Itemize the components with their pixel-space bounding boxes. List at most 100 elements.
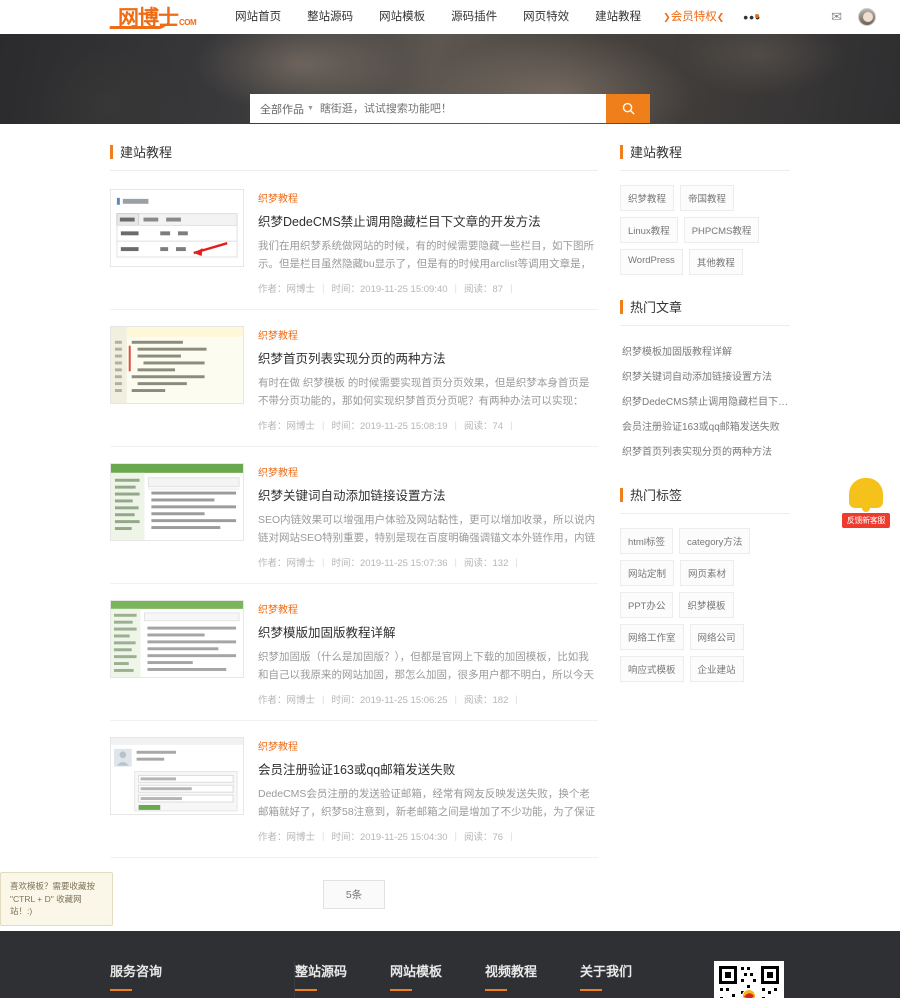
logo-swoosh-icon <box>109 20 169 29</box>
content-container: 建站教程 织梦教程 织梦DedeCMS禁止调用隐藏栏目下文章的开发方法 我们在用… <box>110 124 790 913</box>
article-title[interactable]: 会员注册验证163或qq邮箱发送失败 <box>258 759 598 778</box>
list-item[interactable]: 织梦模板加固版教程详解 <box>620 338 790 363</box>
meta-separator: | <box>322 419 325 431</box>
sidebar-item-dedecms-tutorial[interactable]: 织梦教程 <box>620 185 675 211</box>
article-meta: 作者：网博士 | 时间：2019-11-25 15:06:25 | 阅读：182… <box>258 692 598 707</box>
table-row[interactable]: 织梦教程 织梦首页列表实现分页的两种方法 有时在做 织梦模板 的时候需要实现首页… <box>110 310 598 447</box>
article-time: 时间：2019-11-25 15:04:30 <box>331 832 448 843</box>
thumbnail-green-admin-panel-icon <box>111 601 243 677</box>
table-row[interactable]: 织梦教程 会员注册验证163或qq邮箱发送失败 DedeCMS会员注册的发送验证… <box>110 721 598 858</box>
nav-more-dot-icon <box>754 14 759 18</box>
tag-web-company[interactable]: 网络公司 <box>689 624 744 650</box>
tag-ppt-office[interactable]: PPT办公 <box>620 592 674 618</box>
article-category[interactable]: 织梦教程 <box>258 601 598 616</box>
meta-separator: | <box>454 693 457 705</box>
article-thumbnail[interactable] <box>110 463 244 541</box>
nav-item-plugins[interactable]: 源码插件 <box>438 0 510 34</box>
main-nav: 网站首页 整站源码 网站模板 源码插件 网页特效 建站教程 ❯会员特权❮ ••• <box>222 0 771 34</box>
tag-enterprise-site[interactable]: 企业建站 <box>689 656 744 682</box>
article-body: 织梦教程 织梦关键词自动添加链接设置方法 SEO内链效果可以增强用户体验及网站黏… <box>258 463 598 569</box>
sidebar-item-wordpress[interactable]: WordPress <box>620 249 683 275</box>
title-accent-bar <box>620 144 623 159</box>
meta-separator: | <box>515 556 518 568</box>
sidebar-item-linux-tutorial[interactable]: Linux教程 <box>620 217 678 243</box>
meta-separator: | <box>322 556 325 568</box>
nav-item-vip-privileges[interactable]: ❯会员特权❮ <box>654 0 733 34</box>
tag-web-material[interactable]: 网页素材 <box>680 560 735 586</box>
article-category[interactable]: 织梦教程 <box>258 464 598 479</box>
avatar[interactable] <box>858 8 876 26</box>
tag-dedecms-template[interactable]: 织梦模板 <box>679 592 734 618</box>
article-thumbnail[interactable] <box>110 326 244 404</box>
thumbnail-dede-admin-icon <box>111 190 243 266</box>
tag-responsive-template[interactable]: 响应式模板 <box>620 656 684 682</box>
list-item[interactable]: 织梦关键词自动添加链接设置方法 <box>620 363 790 388</box>
search-button[interactable] <box>606 94 650 123</box>
tag-html-label[interactable]: html标签 <box>620 528 673 554</box>
list-item[interactable]: 织梦首页列表实现分页的两种方法 <box>620 438 790 463</box>
meta-separator: | <box>454 556 457 568</box>
nav-item-home[interactable]: 网站首页 <box>222 0 294 34</box>
article-title[interactable]: 织梦DedeCMS禁止调用隐藏栏目下文章的开发方法 <box>258 211 598 230</box>
qr-code-icon <box>714 961 785 998</box>
tag-category-method[interactable]: category方法 <box>678 528 751 554</box>
title-accent-bar <box>620 299 623 314</box>
article-thumbnail[interactable] <box>110 737 244 815</box>
sidebar-hot-articles-list: 织梦模板加固版教程详解 织梦关键词自动添加链接设置方法 织梦DedeCMS禁止调… <box>620 328 790 463</box>
footer-column-templates: 网站模板 网页模板 手机模板 响应式模板 公司企业 后台模板 <box>390 961 485 998</box>
article-body: 织梦教程 会员注册验证163或qq邮箱发送失败 DedeCMS会员注册的发送验证… <box>258 737 598 843</box>
thumbnail-registration-form-icon <box>111 738 243 814</box>
search-input[interactable] <box>319 102 596 115</box>
pagination-count-button[interactable]: 5条 <box>322 880 386 909</box>
article-title[interactable]: 织梦模版加固版教程详解 <box>258 622 598 641</box>
bookmark-toast: 喜欢模板？需要收藏按 "CTRL + D" 收藏网站！:) <box>0 871 113 926</box>
article-title[interactable]: 织梦关键词自动添加链接设置方法 <box>258 485 598 504</box>
footer-title-rule <box>295 989 317 991</box>
list-item[interactable]: 会员注册验证163或qq邮箱发送失败 <box>620 413 790 438</box>
table-row[interactable]: 织梦教程 织梦DedeCMS禁止调用隐藏栏目下文章的开发方法 我们在用织梦系统做… <box>110 173 598 310</box>
article-meta: 作者：网博士 | 时间：2019-11-25 15:04:30 | 阅读：76 … <box>258 829 598 844</box>
mail-icon[interactable]: ✉ <box>831 9 842 25</box>
footer-column-about: 关于我们 关于我们 商务合作 联系我们 注册协议 免责声明 <box>580 961 675 998</box>
sidebar-hot-articles-title: 热门文章 <box>620 297 790 326</box>
meta-separator: | <box>454 282 457 294</box>
article-author: 作者：网博士 <box>258 558 316 569</box>
footer-column-title: 整站源码 <box>295 964 348 979</box>
sidebar-item-empire-tutorial[interactable]: 帝国教程 <box>680 185 735 211</box>
article-category[interactable]: 织梦教程 <box>258 738 598 753</box>
sidebar: 建站教程 织梦教程 帝国教程 Linux教程 PHPCMS教程 WordPres… <box>620 142 790 913</box>
top-navigation-bar: 网博士 COM 网站首页 整站源码 网站模板 源码插件 网页特效 建站教程 ❯会… <box>0 0 900 34</box>
footer-column-title: 关于我们 <box>580 964 633 979</box>
search-category-dropdown[interactable]: 全部作品 ▼ <box>260 101 314 117</box>
nav-item-full-site-source[interactable]: 整站源码 <box>294 0 366 34</box>
article-body: 织梦教程 织梦首页列表实现分页的两种方法 有时在做 织梦模板 的时候需要实现首页… <box>258 326 598 432</box>
bell-icon <box>849 478 883 508</box>
table-row[interactable]: 织梦教程 织梦模版加固版教程详解 织梦加固版（什么是加固版？），但都是官网上下载… <box>110 584 598 721</box>
meta-separator: | <box>510 830 513 842</box>
article-time: 时间：2019-11-25 15:07:36 <box>331 558 448 569</box>
nav-more-button[interactable]: ••• <box>733 0 771 34</box>
chevron-down-icon: ▼ <box>307 105 314 112</box>
article-author: 作者：网博士 <box>258 421 316 432</box>
list-item[interactable]: 织梦DedeCMS禁止调用隐藏栏目下文章... <box>620 388 790 413</box>
floating-feedback-widget[interactable]: 反馈新客服 <box>842 478 890 528</box>
article-views: 阅读：132 <box>464 558 509 569</box>
nav-item-web-effects[interactable]: 网页特效 <box>510 0 582 34</box>
sidebar-hot-articles-title-label: 热门文章 <box>630 300 683 315</box>
thumbnail-green-admin-panel-icon <box>111 464 243 540</box>
tag-site-customization[interactable]: 网站定制 <box>620 560 675 586</box>
article-category[interactable]: 织梦教程 <box>258 327 598 342</box>
sidebar-item-phpcms-tutorial[interactable]: PHPCMS教程 <box>683 217 760 243</box>
flame-left-icon: ❯ <box>663 12 671 22</box>
article-title[interactable]: 织梦首页列表实现分页的两种方法 <box>258 348 598 367</box>
article-category[interactable]: 织梦教程 <box>258 190 598 205</box>
article-thumbnail[interactable] <box>110 189 244 267</box>
sidebar-item-other-tutorial[interactable]: 其他教程 <box>688 249 743 275</box>
article-thumbnail[interactable] <box>110 600 244 678</box>
site-logo[interactable]: 网博士 COM <box>109 7 197 29</box>
table-row[interactable]: 织梦教程 织梦关键词自动添加链接设置方法 SEO内链效果可以增强用户体验及网站黏… <box>110 447 598 584</box>
tag-web-studio[interactable]: 网络工作室 <box>620 624 684 650</box>
nav-item-templates[interactable]: 网站模板 <box>366 0 438 34</box>
title-accent-bar <box>620 487 623 502</box>
nav-item-tutorials[interactable]: 建站教程 <box>582 0 654 34</box>
